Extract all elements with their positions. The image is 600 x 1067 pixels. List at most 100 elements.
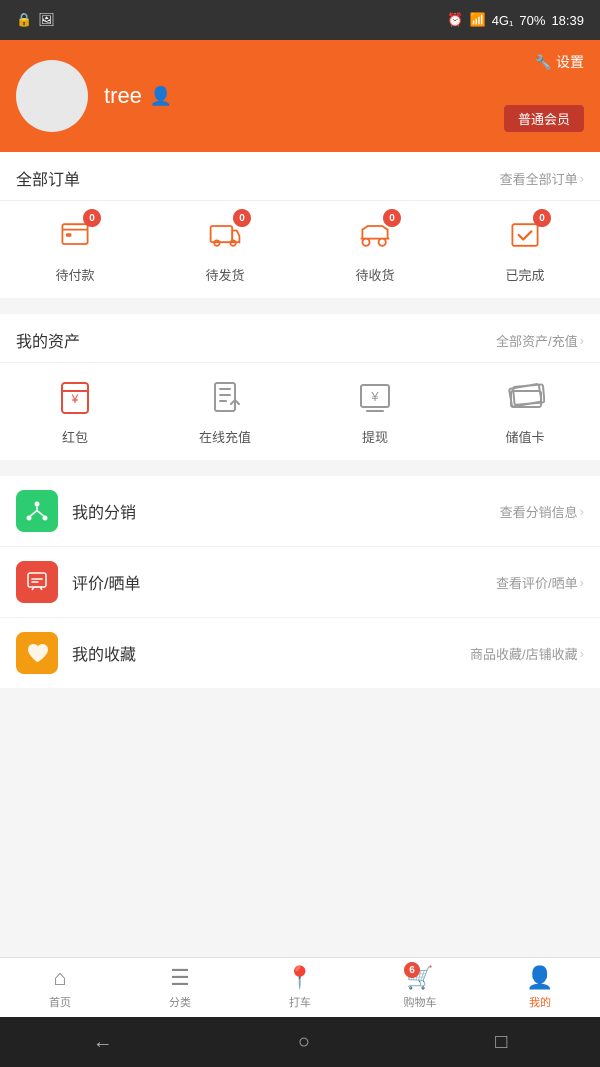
completed-label: 已完成 <box>505 265 544 284</box>
asset-redpacket[interactable]: ¥ 红包 <box>0 375 150 446</box>
view-all-orders-label: 查看全部订单 <box>500 169 578 188</box>
distribution-title: 我的分销 <box>72 499 500 523</box>
pending-ship-badge: 0 <box>233 209 251 227</box>
favorites-link: 商品收藏/店铺收藏 › <box>470 644 584 663</box>
nav-cart-label: 购物车 <box>404 994 437 1010</box>
status-bar: 🔒 🖼 ⏰ 📶 4G₁ 70% 18:39 <box>0 0 600 40</box>
asset-store-card[interactable]: 储值卡 <box>450 375 600 446</box>
chevron-favorites: › <box>580 646 584 661</box>
withdraw-icon-wrap: ¥ <box>353 375 397 419</box>
recents-button[interactable]: □ <box>495 1031 507 1054</box>
orders-section: 全部订单 查看全部订单 › 0 待付款 <box>0 152 600 298</box>
orders-header: 全部订单 查看全部订单 › <box>0 152 600 201</box>
order-pending-receive[interactable]: 0 待收货 <box>300 213 450 284</box>
recharge-icon-wrap <box>203 375 247 419</box>
battery-label: 70% <box>519 13 545 28</box>
status-right: ⏰ 📶 4G₁ 70% 18:39 <box>447 12 584 28</box>
status-left: 🔒 🖼 <box>16 12 55 28</box>
bottom-nav: ⌂ 首页 ☰ 分类 📍 打车 🛒 6 购物车 👤 我的 <box>0 957 600 1017</box>
list-section: 我的分销 查看分销信息 › 评价/晒单 查看评价/晒单 › 我的收藏 商品收藏 <box>0 476 600 688</box>
view-all-orders[interactable]: 查看全部订单 › <box>500 169 584 188</box>
pending-ship-icon-wrap: 0 <box>203 213 247 257</box>
review-link-label: 查看评价/晒单 <box>496 573 578 592</box>
time-label: 18:39 <box>551 13 584 28</box>
wrench-icon: 🔧 <box>535 54 552 71</box>
nav-category-label: 分类 <box>169 994 191 1010</box>
chevron-distribution: › <box>580 504 584 519</box>
pending-receive-icon-wrap: 0 <box>353 213 397 257</box>
view-all-assets-label: 全部资产/充值 <box>496 331 578 350</box>
settings-label: 设置 <box>556 52 584 72</box>
completed-badge: 0 <box>533 209 551 227</box>
alarm-icon: ⏰ <box>447 12 463 28</box>
chevron-right-icon-2: › <box>580 333 584 348</box>
pending-ship-label: 待发货 <box>205 265 244 284</box>
svg-text:¥: ¥ <box>71 392 79 406</box>
android-nav-bar: ← ○ □ <box>0 1017 600 1067</box>
withdraw-icon: ¥ <box>355 377 395 417</box>
order-icons-row: 0 待付款 0 待发货 <box>0 201 600 298</box>
nav-taxi-label: 打车 <box>289 994 311 1010</box>
home-button[interactable]: ○ <box>298 1031 310 1054</box>
order-pending-ship[interactable]: 0 待发货 <box>150 213 300 284</box>
category-icon: ☰ <box>170 965 190 991</box>
nav-category[interactable]: ☰ 分类 <box>120 958 240 1017</box>
nav-home[interactable]: ⌂ 首页 <box>0 958 120 1017</box>
svg-text:¥: ¥ <box>370 389 379 404</box>
order-completed[interactable]: 0 已完成 <box>450 213 600 284</box>
recharge-label: 在线充值 <box>199 427 251 446</box>
review-icon <box>16 561 58 603</box>
distribution-link: 查看分销信息 › <box>500 502 584 521</box>
assets-icons-row: ¥ 红包 在线充值 ¥ <box>0 363 600 460</box>
redpacket-icon: ¥ <box>55 377 95 417</box>
lock-icon: 🔒 <box>16 12 32 28</box>
distribution-link-label: 查看分销信息 <box>500 502 578 521</box>
recharge-icon <box>205 377 245 417</box>
review-link: 查看评价/晒单 › <box>496 573 584 592</box>
assets-title: 我的资产 <box>16 328 80 352</box>
back-button[interactable]: ← <box>93 1031 113 1054</box>
order-pending-payment[interactable]: 0 待付款 <box>0 213 150 284</box>
store-card-icon-wrap <box>503 375 547 419</box>
store-card-icon <box>505 377 545 417</box>
review-item[interactable]: 评价/晒单 查看评价/晒单 › <box>0 547 600 618</box>
mine-icon: 👤 <box>526 965 553 991</box>
pending-payment-icon-wrap: 0 <box>53 213 97 257</box>
nav-home-label: 首页 <box>49 994 71 1010</box>
nav-mine[interactable]: 👤 我的 <box>480 958 600 1017</box>
distribution-icon <box>16 490 58 532</box>
asset-withdraw[interactable]: ¥ 提现 <box>300 375 450 446</box>
redpacket-label: 红包 <box>62 427 88 446</box>
completed-icon-wrap: 0 <box>503 213 547 257</box>
pending-payment-badge: 0 <box>83 209 101 227</box>
nav-cart[interactable]: 🛒 6 购物车 <box>360 958 480 1017</box>
favorites-item[interactable]: 我的收藏 商品收藏/店铺收藏 › <box>0 618 600 688</box>
home-icon: ⌂ <box>53 965 66 991</box>
settings-button[interactable]: 🔧 设置 <box>535 52 584 72</box>
pending-receive-badge: 0 <box>383 209 401 227</box>
avatar[interactable] <box>16 60 88 132</box>
section-gap-2 <box>0 468 600 476</box>
wifi-icon: 📶 <box>470 12 486 28</box>
pending-payment-label: 待付款 <box>55 265 94 284</box>
username: tree <box>104 83 142 109</box>
assets-header: 我的资产 全部资产/充值 › <box>0 314 600 363</box>
store-card-label: 储值卡 <box>505 427 544 446</box>
distribution-item[interactable]: 我的分销 查看分销信息 › <box>0 476 600 547</box>
asset-recharge[interactable]: 在线充值 <box>150 375 300 446</box>
orders-title: 全部订单 <box>16 166 80 190</box>
taxi-icon: 📍 <box>286 965 313 991</box>
nav-taxi[interactable]: 📍 打车 <box>240 958 360 1017</box>
network-label: 4G₁ <box>492 13 514 28</box>
cart-badge: 6 <box>404 962 420 978</box>
section-gap-1 <box>0 306 600 314</box>
redpacket-icon-wrap: ¥ <box>53 375 97 419</box>
image-icon: 🖼 <box>38 12 55 28</box>
view-all-assets[interactable]: 全部资产/充值 › <box>496 331 584 350</box>
chevron-review: › <box>580 575 584 590</box>
favorites-link-label: 商品收藏/店铺收藏 <box>470 644 578 663</box>
user-icon: 👤 <box>150 86 172 107</box>
chevron-right-icon: › <box>580 171 584 186</box>
favorites-icon <box>16 632 58 674</box>
member-badge[interactable]: 普通会员 <box>504 105 584 132</box>
